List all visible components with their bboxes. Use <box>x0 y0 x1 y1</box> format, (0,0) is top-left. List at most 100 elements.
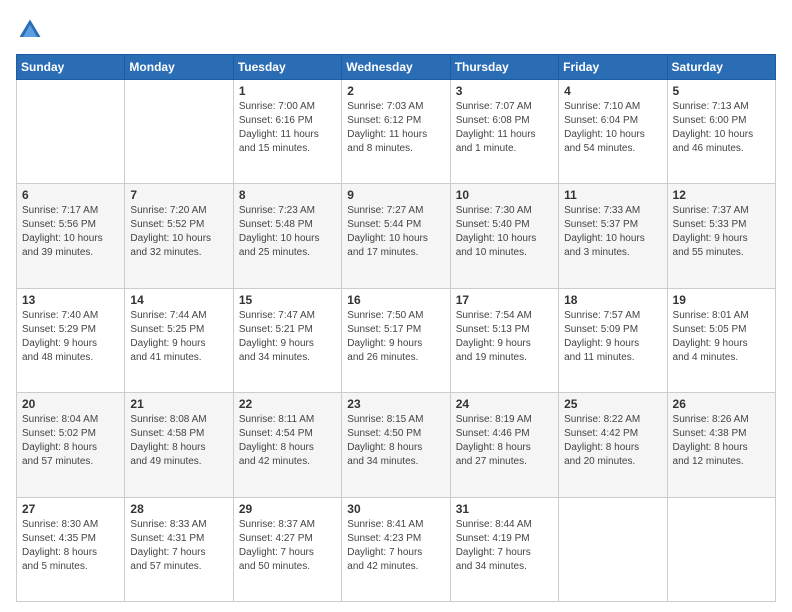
day-number: 10 <box>456 188 553 202</box>
calendar-cell: 28 Sunrise: 8:33 AM Sunset: 4:31 PM Dayli… <box>125 497 233 601</box>
day-info: Sunrise: 7:50 AM Sunset: 5:17 PM Dayligh… <box>347 309 444 365</box>
day-info: Sunrise: 7:57 AM Sunset: 5:09 PM Dayligh… <box>564 309 661 365</box>
calendar-cell: 10 Sunrise: 7:30 AM Sunset: 5:40 PM Dayli… <box>450 184 558 288</box>
calendar-cell <box>559 497 667 601</box>
weekday-header-wednesday: Wednesday <box>342 55 450 80</box>
day-info: Sunrise: 8:26 AM Sunset: 4:38 PM Dayligh… <box>673 413 770 469</box>
day-info: Sunrise: 7:44 AM Sunset: 5:25 PM Dayligh… <box>130 309 227 365</box>
day-number: 11 <box>564 188 661 202</box>
calendar-cell: 15Sunrise: 7:47 AM Sunset: 5:21 PM Dayli… <box>233 288 341 392</box>
day-number: 5 <box>673 84 770 98</box>
day-number: 4 <box>564 84 661 98</box>
calendar-cell: 14 Sunrise: 7:44 AM Sunset: 5:25 PM Dayli… <box>125 288 233 392</box>
calendar-cell: 13 Sunrise: 7:40 AM Sunset: 5:29 PM Dayli… <box>17 288 125 392</box>
day-info: Sunrise: 8:01 AM Sunset: 5:05 PM Dayligh… <box>673 309 770 365</box>
page: SundayMondayTuesdayWednesdayThursdayFrid… <box>0 0 792 612</box>
day-number: 26 <box>673 397 770 411</box>
logo <box>16 16 48 44</box>
day-info: Sunrise: 8:41 AM Sunset: 4:23 PM Dayligh… <box>347 518 444 574</box>
calendar-cell: 29Sunrise: 8:37 AM Sunset: 4:27 PM Dayli… <box>233 497 341 601</box>
calendar-cell: 21 Sunrise: 8:08 AM Sunset: 4:58 PM Dayli… <box>125 393 233 497</box>
calendar-cell: 2 Sunrise: 7:03 AM Sunset: 6:12 PM Daylig… <box>342 80 450 184</box>
day-number: 7 <box>130 188 227 202</box>
day-info: Sunrise: 7:23 AM Sunset: 5:48 PM Dayligh… <box>239 204 336 260</box>
day-info: Sunrise: 8:19 AM Sunset: 4:46 PM Dayligh… <box>456 413 553 469</box>
day-info: Sunrise: 7:27 AM Sunset: 5:44 PM Dayligh… <box>347 204 444 260</box>
day-info: Sunrise: 8:30 AM Sunset: 4:35 PM Dayligh… <box>22 518 119 574</box>
calendar-cell: 12Sunrise: 7:37 AM Sunset: 5:33 PM Dayli… <box>667 184 775 288</box>
calendar-cell: 22 Sunrise: 8:11 AM Sunset: 4:54 PM Dayli… <box>233 393 341 497</box>
day-number: 31 <box>456 502 553 516</box>
day-number: 24 <box>456 397 553 411</box>
day-number: 16 <box>347 293 444 307</box>
weekday-header-row: SundayMondayTuesdayWednesdayThursdayFrid… <box>17 55 776 80</box>
weekday-header-tuesday: Tuesday <box>233 55 341 80</box>
calendar-week-3: 13 Sunrise: 7:40 AM Sunset: 5:29 PM Dayli… <box>17 288 776 392</box>
calendar-cell: 27 Sunrise: 8:30 AM Sunset: 4:35 PM Dayli… <box>17 497 125 601</box>
day-number: 3 <box>456 84 553 98</box>
day-info: Sunrise: 8:44 AM Sunset: 4:19 PM Dayligh… <box>456 518 553 574</box>
logo-icon <box>16 16 44 44</box>
calendar-cell: 8 Sunrise: 7:23 AM Sunset: 5:48 PM Daylig… <box>233 184 341 288</box>
weekday-header-monday: Monday <box>125 55 233 80</box>
day-number: 21 <box>130 397 227 411</box>
day-number: 13 <box>22 293 119 307</box>
day-number: 15 <box>239 293 336 307</box>
calendar-cell: 30 Sunrise: 8:41 AM Sunset: 4:23 PM Dayli… <box>342 497 450 601</box>
weekday-header-thursday: Thursday <box>450 55 558 80</box>
calendar-cell: 17 Sunrise: 7:54 AM Sunset: 5:13 PM Dayli… <box>450 288 558 392</box>
day-info: Sunrise: 7:10 AM Sunset: 6:04 PM Dayligh… <box>564 100 661 156</box>
day-info: Sunrise: 7:30 AM Sunset: 5:40 PM Dayligh… <box>456 204 553 260</box>
calendar-cell: 9 Sunrise: 7:27 AM Sunset: 5:44 PM Daylig… <box>342 184 450 288</box>
calendar-cell: 5 Sunrise: 7:13 AM Sunset: 6:00 PM Daylig… <box>667 80 775 184</box>
day-number: 20 <box>22 397 119 411</box>
calendar-cell: 24 Sunrise: 8:19 AM Sunset: 4:46 PM Dayli… <box>450 393 558 497</box>
day-info: Sunrise: 8:33 AM Sunset: 4:31 PM Dayligh… <box>130 518 227 574</box>
day-number: 9 <box>347 188 444 202</box>
day-number: 22 <box>239 397 336 411</box>
day-info: Sunrise: 8:11 AM Sunset: 4:54 PM Dayligh… <box>239 413 336 469</box>
calendar-week-5: 27 Sunrise: 8:30 AM Sunset: 4:35 PM Dayli… <box>17 497 776 601</box>
day-number: 27 <box>22 502 119 516</box>
calendar-cell: 6Sunrise: 7:17 AM Sunset: 5:56 PM Daylig… <box>17 184 125 288</box>
calendar-table: SundayMondayTuesdayWednesdayThursdayFrid… <box>16 54 776 602</box>
day-info: Sunrise: 7:00 AM Sunset: 6:16 PM Dayligh… <box>239 100 336 156</box>
calendar-cell <box>125 80 233 184</box>
weekday-header-friday: Friday <box>559 55 667 80</box>
day-info: Sunrise: 7:40 AM Sunset: 5:29 PM Dayligh… <box>22 309 119 365</box>
day-info: Sunrise: 7:54 AM Sunset: 5:13 PM Dayligh… <box>456 309 553 365</box>
calendar-week-1: 1 Sunrise: 7:00 AM Sunset: 6:16 PM Daylig… <box>17 80 776 184</box>
day-number: 1 <box>239 84 336 98</box>
calendar-cell: 7Sunrise: 7:20 AM Sunset: 5:52 PM Daylig… <box>125 184 233 288</box>
calendar-cell: 25 Sunrise: 8:22 AM Sunset: 4:42 PM Dayli… <box>559 393 667 497</box>
day-info: Sunrise: 8:22 AM Sunset: 4:42 PM Dayligh… <box>564 413 661 469</box>
day-info: Sunrise: 7:13 AM Sunset: 6:00 PM Dayligh… <box>673 100 770 156</box>
day-info: Sunrise: 7:03 AM Sunset: 6:12 PM Dayligh… <box>347 100 444 156</box>
day-info: Sunrise: 7:07 AM Sunset: 6:08 PM Dayligh… <box>456 100 553 156</box>
calendar-cell: 16 Sunrise: 7:50 AM Sunset: 5:17 PM Dayli… <box>342 288 450 392</box>
calendar-week-4: 20Sunrise: 8:04 AM Sunset: 5:02 PM Dayli… <box>17 393 776 497</box>
day-number: 17 <box>456 293 553 307</box>
day-number: 19 <box>673 293 770 307</box>
day-number: 29 <box>239 502 336 516</box>
calendar-cell <box>17 80 125 184</box>
calendar-cell: 26 Sunrise: 8:26 AM Sunset: 4:38 PM Dayli… <box>667 393 775 497</box>
day-info: Sunrise: 8:08 AM Sunset: 4:58 PM Dayligh… <box>130 413 227 469</box>
calendar-cell: 1 Sunrise: 7:00 AM Sunset: 6:16 PM Daylig… <box>233 80 341 184</box>
day-number: 23 <box>347 397 444 411</box>
weekday-header-sunday: Sunday <box>17 55 125 80</box>
calendar-cell: 18Sunrise: 7:57 AM Sunset: 5:09 PM Dayli… <box>559 288 667 392</box>
day-number: 28 <box>130 502 227 516</box>
day-number: 25 <box>564 397 661 411</box>
calendar-week-2: 6Sunrise: 7:17 AM Sunset: 5:56 PM Daylig… <box>17 184 776 288</box>
day-number: 30 <box>347 502 444 516</box>
calendar-cell <box>667 497 775 601</box>
day-number: 8 <box>239 188 336 202</box>
day-number: 14 <box>130 293 227 307</box>
day-number: 2 <box>347 84 444 98</box>
calendar-cell: 11 Sunrise: 7:33 AM Sunset: 5:37 PM Dayli… <box>559 184 667 288</box>
calendar-cell: 23Sunrise: 8:15 AM Sunset: 4:50 PM Dayli… <box>342 393 450 497</box>
weekday-header-saturday: Saturday <box>667 55 775 80</box>
calendar-cell: 31 Sunrise: 8:44 AM Sunset: 4:19 PM Dayli… <box>450 497 558 601</box>
day-info: Sunrise: 7:33 AM Sunset: 5:37 PM Dayligh… <box>564 204 661 260</box>
